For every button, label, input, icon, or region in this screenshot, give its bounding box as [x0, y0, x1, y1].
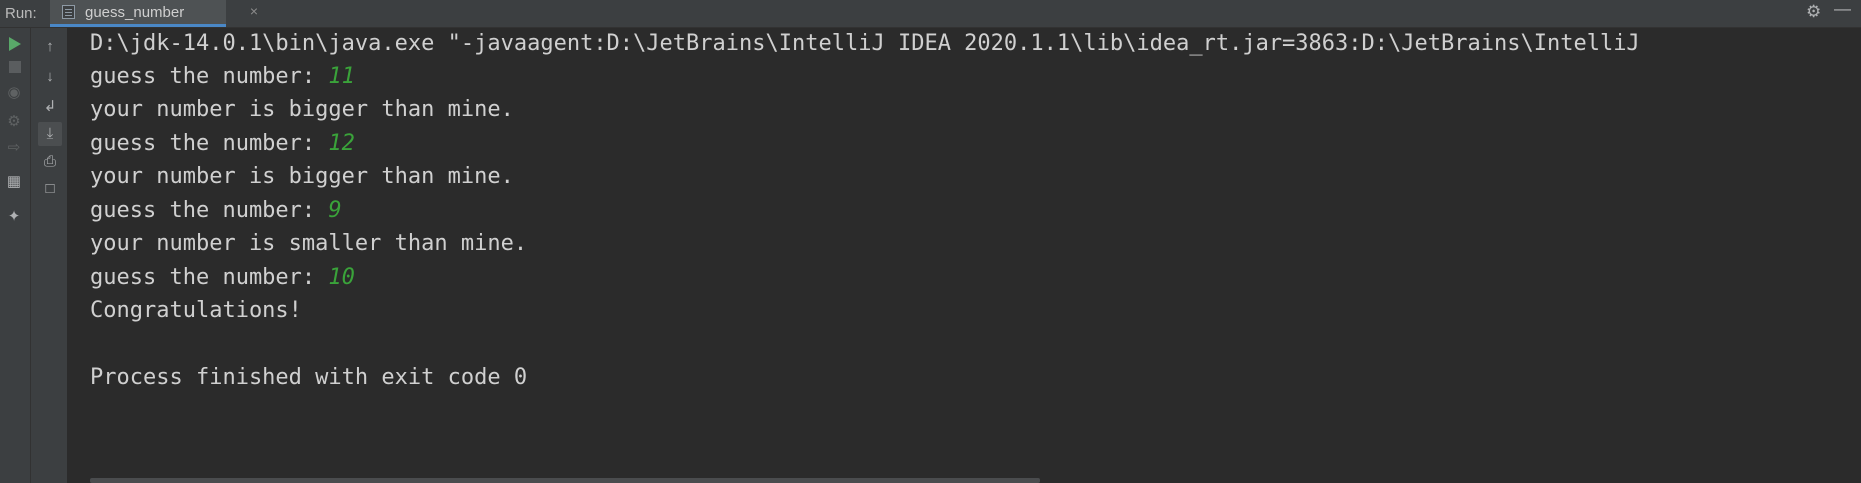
- camera-icon[interactable]: ◉: [2, 81, 26, 105]
- vertical-scrollbar[interactable]: [1848, 28, 1861, 483]
- command-line: D:\jdk-14.0.1\bin\java.exe "-javaagent:D…: [90, 31, 1640, 56]
- console-line: Congratulations!: [90, 298, 302, 323]
- console-line: guess the number: 12: [90, 128, 355, 160]
- user-input: 12: [328, 131, 355, 156]
- console-line: your number is bigger than mine.: [90, 164, 514, 189]
- prompt-text: guess the number:: [90, 131, 329, 156]
- rerun-icon[interactable]: [3, 32, 27, 56]
- console-line: guess the number: 11: [90, 61, 355, 93]
- layout-icon[interactable]: ▦: [2, 170, 26, 194]
- close-tab-icon[interactable]: ×: [248, 3, 260, 19]
- console-line: guess the number: 10: [90, 262, 355, 294]
- console-line: guess the number: 9: [90, 195, 342, 227]
- soft-wrap-icon[interactable]: ↲: [38, 95, 62, 119]
- debug-bug-icon[interactable]: ⚙: [2, 110, 26, 134]
- prompt-text: guess the number:: [90, 265, 329, 290]
- tab-guess-number[interactable]: guess_number ×: [50, 0, 258, 27]
- minimize-icon[interactable]: —: [1834, 0, 1851, 19]
- user-input: 11: [328, 64, 355, 89]
- down-arrow-icon[interactable]: ↓: [38, 65, 62, 89]
- user-input: 10: [328, 265, 355, 290]
- print-icon[interactable]: ⎙: [38, 150, 62, 174]
- trash-icon[interactable]: □: [38, 177, 62, 201]
- toolbar-divider: [30, 28, 31, 483]
- run-tool-window-header: Run: guess_number × ⚙ —: [0, 0, 1861, 28]
- tab-label: guess_number: [85, 4, 185, 21]
- console-line: your number is bigger than mine.: [90, 97, 514, 122]
- prompt-text: guess the number:: [90, 198, 329, 223]
- exit-message: Process finished with exit code 0: [90, 365, 528, 390]
- run-label: Run:: [5, 5, 37, 22]
- run-toolbar: ◉ ⚙ ⇨ ▦ ✦ ↑ ↓ ↲ ⤓ ⎙ □: [0, 28, 67, 483]
- prompt-text: guess the number:: [90, 64, 329, 89]
- scroll-to-end-icon[interactable]: ⤓: [38, 122, 62, 146]
- horizontal-scrollbar[interactable]: [90, 478, 1040, 483]
- console-tab-icon: [62, 5, 75, 19]
- stop-icon[interactable]: [3, 55, 27, 79]
- gear-icon[interactable]: ⚙: [1806, 2, 1821, 22]
- exit-icon[interactable]: ⇨: [2, 136, 26, 160]
- up-arrow-icon[interactable]: ↑: [38, 35, 62, 59]
- console-output[interactable]: D:\jdk-14.0.1\bin\java.exe "-javaagent:D…: [68, 28, 1848, 483]
- console-line: your number is smaller than mine.: [90, 231, 528, 256]
- user-input: 9: [328, 198, 342, 223]
- pin-icon[interactable]: ✦: [2, 205, 26, 229]
